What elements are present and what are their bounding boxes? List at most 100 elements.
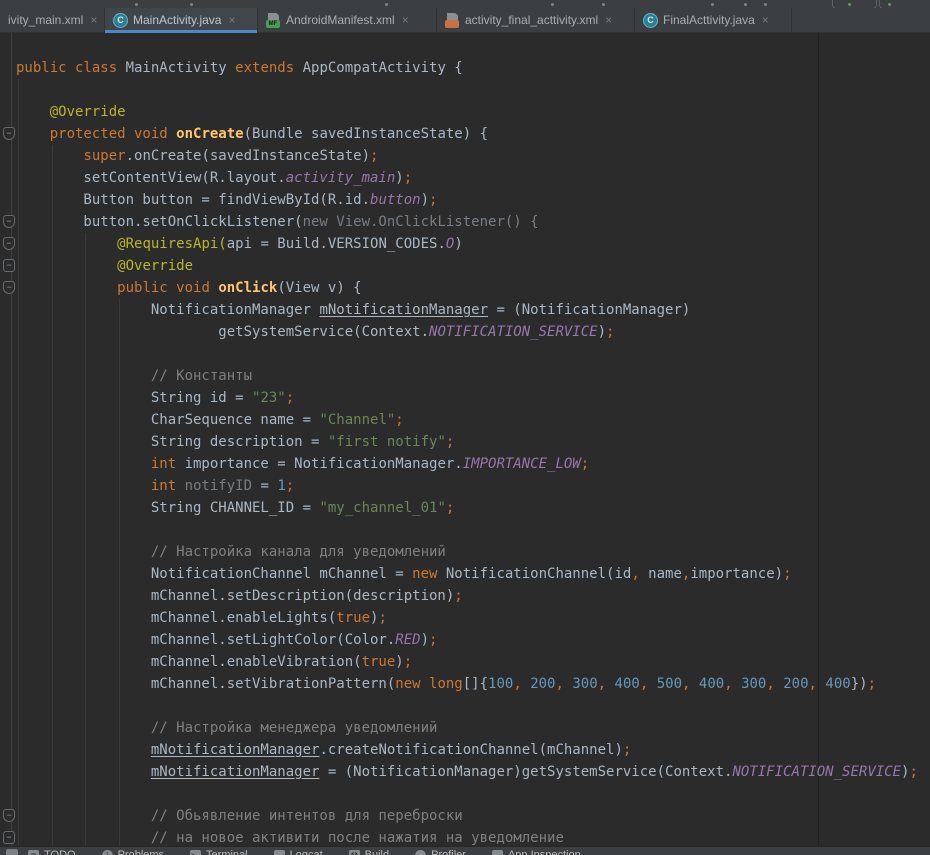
- code-token: onClick: [218, 280, 277, 296]
- code-token: MainActivity: [126, 60, 236, 76]
- fold-marker[interactable]: −: [3, 259, 15, 272]
- file-type-badge: MF: [266, 20, 280, 28]
- window-layout-icon[interactable]: [6, 849, 18, 855]
- code-token: // Настройка менеджера уведомлений: [151, 720, 438, 736]
- fold-marker[interactable]: −: [3, 809, 15, 822]
- code-token: getSystemService(Context.: [16, 324, 429, 340]
- code-line[interactable]: [16, 695, 918, 717]
- code-line[interactable]: mChannel.setLightColor(Color.RED);: [16, 629, 918, 651]
- code-token: [16, 126, 50, 142]
- gutter-fold-line: [11, 33, 12, 846]
- code-line[interactable]: [16, 79, 918, 101]
- code-line[interactable]: // Настройка канала для уведомлений: [16, 541, 918, 563]
- editor-tab-androidmanifest-xml[interactable]: MFAndroidManifest.xml×: [258, 8, 437, 32]
- code-line[interactable]: CharSequence name = "Channel";: [16, 409, 918, 431]
- code-editor[interactable]: public class MainActivity extends AppCom…: [0, 33, 930, 846]
- code-line[interactable]: mChannel.setDescription(description);: [16, 585, 918, 607]
- tool-window-button-todo[interactable]: ≣ TODO: [28, 849, 76, 855]
- code-line[interactable]: [16, 783, 918, 805]
- tab-close-icon[interactable]: ×: [228, 14, 235, 26]
- code-token: // на новое активити после нажатия на ув…: [151, 830, 564, 846]
- code-token: [16, 258, 117, 274]
- code-line[interactable]: int notifyID = 1;: [16, 475, 918, 497]
- code-token: "first notify": [328, 434, 446, 450]
- code-token: ): [421, 192, 429, 208]
- todo-icon: ≣: [28, 850, 39, 855]
- tool-window-button-problems[interactable]: !Problems: [102, 849, 164, 855]
- code-line[interactable]: // на новое активити после нажатия на ув…: [16, 827, 918, 846]
- fold-marker[interactable]: −: [3, 237, 15, 250]
- code-token: ;: [446, 500, 454, 516]
- code-token: mNotificationManager: [151, 742, 320, 758]
- tool-window-button-logcat[interactable]: Logcat: [274, 849, 323, 855]
- code-line[interactable]: protected void onCreate(Bundle savedInst…: [16, 123, 918, 145]
- tab-close-icon[interactable]: ×: [605, 14, 612, 26]
- code-line[interactable]: NotificationManager mNotificationManager…: [16, 299, 918, 321]
- code-token: api = Build.VERSION_CODES.: [227, 236, 446, 252]
- code-line[interactable]: String CHANNEL_ID = "my_channel_01";: [16, 497, 918, 519]
- tab-close-icon[interactable]: ×: [762, 14, 769, 26]
- code-line[interactable]: super.onCreate(savedInstanceState);: [16, 145, 918, 167]
- editor-tab-finalacttivity-java[interactable]: CFinalActtivity.java×: [635, 8, 792, 32]
- code-line[interactable]: // Константы: [16, 365, 918, 387]
- code-token: onCreate: [176, 126, 243, 142]
- code-token: (View v) {: [277, 280, 361, 296]
- tool-window-button-app-inspection[interactable]: App Inspection: [492, 849, 581, 855]
- code-line[interactable]: Button button = findViewById(R.id.button…: [16, 189, 918, 211]
- app-inspection-icon: [492, 850, 503, 855]
- tab-close-icon[interactable]: ×: [90, 14, 97, 26]
- code-line[interactable]: [16, 519, 918, 541]
- code-line[interactable]: String description = "first notify";: [16, 431, 918, 453]
- code-line[interactable]: mChannel.enableVibration(true);: [16, 651, 918, 673]
- code-line[interactable]: [16, 343, 918, 365]
- code-line[interactable]: button.setOnClickListener(new View.OnCli…: [16, 211, 918, 233]
- code-token: [16, 720, 151, 736]
- code-line[interactable]: @Override: [16, 101, 918, 123]
- code-line[interactable]: String id = "23";: [16, 387, 918, 409]
- fold-marker[interactable]: −: [3, 127, 15, 140]
- fold-marker[interactable]: −: [3, 215, 15, 228]
- code-line[interactable]: mChannel.enableLights(true);: [16, 607, 918, 629]
- code-token: new View.OnClickListener() {: [303, 214, 539, 230]
- code-line[interactable]: mNotificationManager.createNotificationC…: [16, 739, 918, 761]
- code-line[interactable]: setContentView(R.layout.activity_main);: [16, 167, 918, 189]
- editor-tab-mainactivity-java[interactable]: CMainActivity.java×: [105, 8, 258, 32]
- editor-tab-activity-final-acttivity-xml[interactable]: activity_final_acttivity.xml×: [437, 8, 635, 32]
- code-token: [522, 676, 530, 692]
- tab-close-icon[interactable]: ×: [402, 14, 409, 26]
- code-line[interactable]: public void onClick(View v) {: [16, 277, 918, 299]
- code-token: NotificationManager: [16, 302, 319, 318]
- code-area[interactable]: public class MainActivity extends AppCom…: [16, 57, 918, 846]
- code-token: mChannel.setDescription(description): [16, 588, 454, 604]
- tool-window-button-build[interactable]: ⚒Build: [349, 849, 389, 855]
- tool-window-button-profiler[interactable]: Profiler: [415, 849, 466, 855]
- code-token: ): [598, 324, 606, 340]
- tool-window-label: Build: [365, 849, 389, 855]
- fold-marker[interactable]: −: [3, 281, 15, 294]
- fold-marker[interactable]: −: [3, 831, 15, 844]
- toolbar-icon-dot: [602, 3, 605, 6]
- code-token: // Обьявление интентов для переброски: [151, 808, 463, 824]
- code-token: importance): [690, 566, 783, 582]
- code-line[interactable]: mChannel.setVibrationPattern(new long[]{…: [16, 673, 918, 695]
- code-line[interactable]: NotificationChannel mChannel = new Notif…: [16, 563, 918, 585]
- editor-tab-ivity-main-xml[interactable]: ivity_main.xml×: [0, 8, 105, 32]
- code-line[interactable]: getSystemService(Context.NOTIFICATION_SE…: [16, 321, 918, 343]
- code-token: [16, 236, 117, 252]
- code-token: 400: [699, 676, 724, 692]
- code-line[interactable]: @RequiresApi(api = Build.VERSION_CODES.O…: [16, 233, 918, 255]
- code-line[interactable]: // Обьявление интентов для переброски: [16, 805, 918, 827]
- code-line[interactable]: public class MainActivity extends AppCom…: [16, 57, 918, 79]
- code-token: ,: [766, 676, 774, 692]
- tool-window-label: TODO: [44, 849, 76, 855]
- code-line[interactable]: int importance = NotificationManager.IMP…: [16, 453, 918, 475]
- code-token: RED: [395, 632, 420, 648]
- code-line[interactable]: @Override: [16, 255, 918, 277]
- code-token: ;: [454, 588, 462, 604]
- code-token: [16, 280, 117, 296]
- tool-window-button-terminal[interactable]: >_Terminal: [190, 849, 248, 855]
- code-line[interactable]: mNotificationManager = (NotificationMana…: [16, 761, 918, 783]
- tool-window-label: Logcat: [290, 849, 323, 855]
- code-line[interactable]: // Настройка менеджера уведомлений: [16, 717, 918, 739]
- profiler-icon: [415, 850, 426, 855]
